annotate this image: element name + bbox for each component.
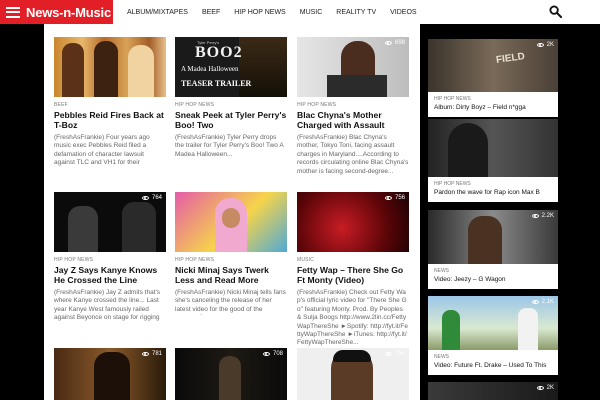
post-category[interactable]: BEEF (54, 102, 166, 108)
view-count: 756 (384, 195, 405, 201)
view-count: 708 (262, 351, 283, 357)
post-thumbnail[interactable]: 764 (54, 192, 166, 252)
nav-hip-hop-news[interactable]: HIP HOP NEWS (234, 9, 285, 16)
post-thumbnail[interactable]: 698 (297, 37, 409, 97)
post-category[interactable]: HIP HOP NEWS (175, 102, 287, 108)
eye-icon (531, 214, 539, 218)
post-excerpt: (FreshAsFrankie) Four years ago music ex… (54, 134, 150, 168)
site-logo[interactable]: News-n-Music (26, 5, 111, 20)
post-title[interactable]: Jay Z Says Kanye Knows He Crossed the Li… (54, 265, 166, 285)
sidebar-post[interactable]: 2.2K NEWS Video: Jeezy – G Wagon (428, 210, 558, 289)
view-count: 2K (536, 385, 554, 391)
sidebar-thumbnail[interactable]: FIELD 2K (428, 39, 558, 92)
sidebar-title[interactable]: Album: Dirty Boyz – Field n*gga (428, 102, 558, 117)
brand-bar[interactable]: News-n-Music (0, 0, 113, 24)
eye-icon (536, 43, 544, 47)
sidebar-category[interactable]: NEWS (428, 264, 558, 274)
post-title[interactable]: Pebbles Reid Fires Back at T-Boz (54, 110, 166, 130)
view-count: 698 (384, 40, 405, 46)
view-count: 764 (141, 195, 162, 201)
post-thumbnail[interactable]: 756 (297, 192, 409, 252)
search-icon[interactable] (549, 5, 562, 18)
view-count: 754 (384, 351, 405, 357)
post-card[interactable]: 756 MUSIC Fetty Wap – There She Go Ft Mo… (297, 192, 409, 357)
eye-icon (536, 386, 544, 390)
post-excerpt: (FreshAsFrankie) Blac Chyna's mother, To… (297, 134, 409, 175)
post-title[interactable]: Blac Chyna's Mother Charged with Assault (297, 110, 409, 130)
sidebar-post[interactable]: FIELD 2K HIP HOP NEWS Album: Dirty Boyz … (428, 39, 558, 117)
post-category[interactable]: HIP HOP NEWS (297, 102, 409, 108)
sidebar-category[interactable]: HIP HOP NEWS (428, 177, 558, 187)
post-thumbnail[interactable]: 708 (175, 348, 287, 400)
post-category[interactable]: HIP HOP NEWS (175, 257, 287, 263)
eye-icon (384, 41, 392, 45)
post-category[interactable]: HIP HOP NEWS (54, 257, 166, 263)
sidebar-post[interactable]: HIP HOP NEWS Pardon the wave for Rap ico… (428, 119, 558, 202)
eye-icon (384, 352, 392, 356)
thumb-caption-boo2: BOO2 (195, 44, 243, 61)
sidebar-title[interactable]: Video: Jeezy – G Wagon (428, 274, 558, 289)
post-thumbnail[interactable] (175, 192, 287, 252)
post-excerpt: (FreshAsFrankie) Nicki Minaj tells fans … (175, 289, 286, 315)
left-dark-strip (0, 24, 44, 400)
eye-icon (384, 196, 392, 200)
view-count: 781 (141, 351, 162, 357)
nav-reality-tv[interactable]: REALITY TV (336, 9, 376, 16)
post-card[interactable]: 698 HIP HOP NEWS Blac Chyna's Mother Cha… (297, 37, 409, 185)
sidebar-post[interactable]: 2.1K NEWS Video: Future Ft. Drake – Used… (428, 296, 558, 375)
eye-icon (531, 300, 539, 304)
sidebar-category[interactable]: HIP HOP NEWS (428, 92, 558, 102)
eye-icon (141, 352, 149, 356)
sidebar-title[interactable]: Video: Future Ft. Drake – Used To This (428, 360, 558, 375)
menu-icon[interactable] (6, 6, 20, 18)
post-thumbnail[interactable]: Tyler Perry's BOO2 A Madea Halloween TEA… (175, 37, 287, 97)
thumb-caption-madea: A Madea Halloween (181, 65, 239, 73)
sidebar-post[interactable]: 2K (428, 382, 558, 400)
post-card[interactable]: HIP HOP NEWS Nicki Minaj Says Twerk Less… (175, 192, 287, 315)
post-card[interactable]: BEEF Pebbles Reid Fires Back at T-Boz (F… (54, 37, 166, 168)
thumb-caption-trailer: TEASER TRAILER (181, 79, 252, 88)
post-title[interactable]: Nicki Minaj Says Twerk Less and Read Mor… (175, 265, 287, 285)
nav-album-mixtapes[interactable]: ALBUM/MIXTAPES (127, 9, 188, 16)
thumb-caption-field: FIELD (495, 51, 526, 66)
nav-beef[interactable]: BEEF (202, 9, 220, 16)
view-count: 2.1K (531, 299, 554, 305)
sidebar-thumbnail[interactable] (428, 119, 558, 177)
sidebar-category[interactable]: NEWS (428, 350, 558, 360)
post-title[interactable]: Fetty Wap – There She Go Ft Monty (Video… (297, 265, 409, 285)
post-category[interactable]: MUSIC (297, 257, 409, 263)
sidebar-thumbnail[interactable]: 2.1K (428, 296, 558, 350)
post-thumbnail[interactable]: 781 (54, 348, 166, 400)
post-card[interactable]: 781 (54, 348, 166, 400)
nav-videos[interactable]: VIDEOS (390, 9, 416, 16)
view-count: 2.2K (531, 213, 554, 219)
post-card[interactable]: 754 (297, 348, 409, 400)
post-excerpt: (FreshAsFrankie) Check out Fetty Wap's o… (297, 289, 408, 347)
sidebar-thumbnail[interactable]: 2.2K (428, 210, 558, 264)
post-excerpt: (FreshAsFrankie) Jay Z admits that's whe… (54, 289, 160, 323)
post-excerpt: (FreshAsFrankie) Tyler Perry drops the t… (175, 134, 284, 158)
sidebar-title[interactable]: Pardon the wave for Rap icon Max B (428, 187, 558, 202)
post-card[interactable]: 764 HIP HOP NEWS Jay Z Says Kanye Knows … (54, 192, 166, 323)
view-count: 2K (536, 42, 554, 48)
post-card[interactable]: 708 (175, 348, 287, 400)
nav-music[interactable]: MUSIC (300, 9, 323, 16)
eye-icon (262, 352, 270, 356)
post-card[interactable]: Tyler Perry's BOO2 A Madea Halloween TEA… (175, 37, 287, 160)
top-bar: News-n-Music ALBUM/MIXTAPES BEEF HIP HOP… (0, 0, 600, 24)
sidebar-thumbnail[interactable]: 2K (428, 382, 558, 400)
sidebar: FIELD 2K HIP HOP NEWS Album: Dirty Boyz … (428, 24, 558, 400)
post-thumbnail[interactable]: 754 (297, 348, 409, 400)
eye-icon (141, 196, 149, 200)
main-nav: ALBUM/MIXTAPES BEEF HIP HOP NEWS MUSIC R… (127, 0, 431, 24)
post-thumbnail[interactable] (54, 37, 166, 97)
article-grid: BEEF Pebbles Reid Fires Back at T-Boz (F… (44, 24, 420, 400)
post-title[interactable]: Sneak Peek at Tyler Perry's Boo! Two (175, 110, 287, 130)
